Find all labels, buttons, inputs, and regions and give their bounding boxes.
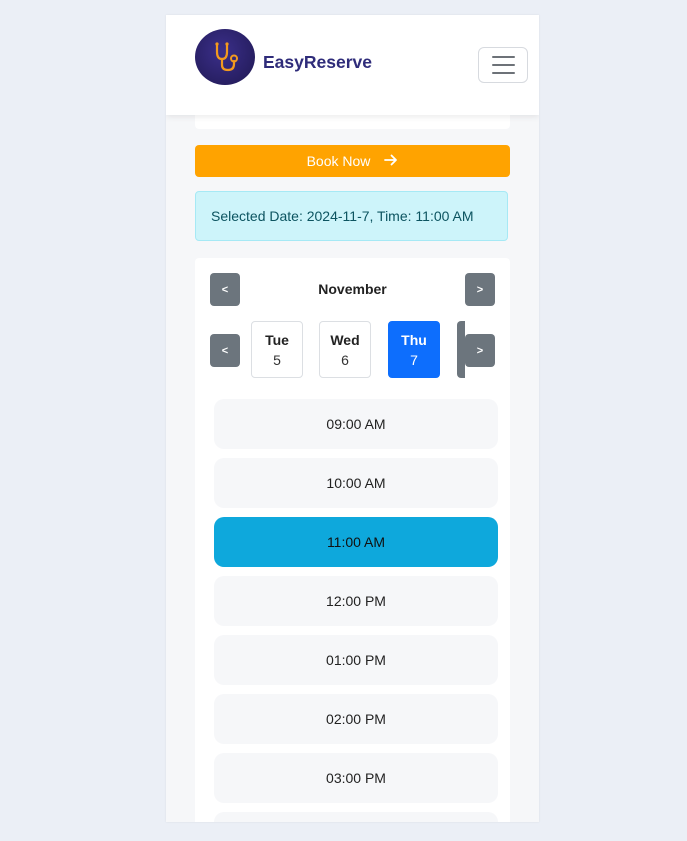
next-month-button[interactable]: > [465, 273, 495, 306]
prev-days-button[interactable]: < [210, 334, 240, 367]
time-slot-partial[interactable] [214, 812, 498, 822]
selection-text: Selected Date: 2024-11-7, Time: 11:00 AM [211, 208, 474, 224]
stethoscope-icon[interactable] [195, 29, 255, 85]
booking-calendar: < November > < Tue 5 Wed 6 Thu 7 > 09:00… [195, 258, 510, 822]
day-number: 6 [341, 352, 349, 368]
hamburger-menu-icon[interactable] [478, 47, 528, 83]
day-tue[interactable]: Tue 5 [251, 321, 303, 378]
header: EasyReserve [166, 15, 539, 115]
previous-card [195, 115, 510, 129]
time-slot[interactable]: 12:00 PM [214, 576, 498, 626]
next-days-button[interactable]: > [465, 334, 495, 367]
next-day-card-edge[interactable] [457, 321, 465, 378]
time-slot[interactable]: 03:00 PM [214, 753, 498, 803]
day-name: Tue [265, 332, 289, 348]
day-number: 5 [273, 352, 281, 368]
time-slot[interactable]: 02:00 PM [214, 694, 498, 744]
time-slot[interactable]: 09:00 AM [214, 399, 498, 449]
selection-alert: Selected Date: 2024-11-7, Time: 11:00 AM [195, 191, 508, 241]
arrow-right-icon [384, 153, 398, 169]
time-slot[interactable]: 10:00 AM [214, 458, 498, 508]
app-frame: EasyReserve Book Now Selected Date: 2024… [166, 15, 539, 822]
time-slot-selected[interactable]: 11:00 AM [214, 517, 498, 567]
day-name: Thu [401, 332, 427, 348]
book-now-label: Book Now [306, 153, 371, 169]
month-label: November [318, 281, 387, 297]
brand-name[interactable]: EasyReserve [263, 52, 372, 73]
day-name: Wed [330, 332, 360, 348]
day-number: 7 [410, 352, 418, 368]
time-slot[interactable]: 01:00 PM [214, 635, 498, 685]
book-now-button[interactable]: Book Now [195, 145, 510, 177]
day-thu[interactable]: Thu 7 [388, 321, 440, 378]
day-wed[interactable]: Wed 6 [319, 321, 371, 378]
